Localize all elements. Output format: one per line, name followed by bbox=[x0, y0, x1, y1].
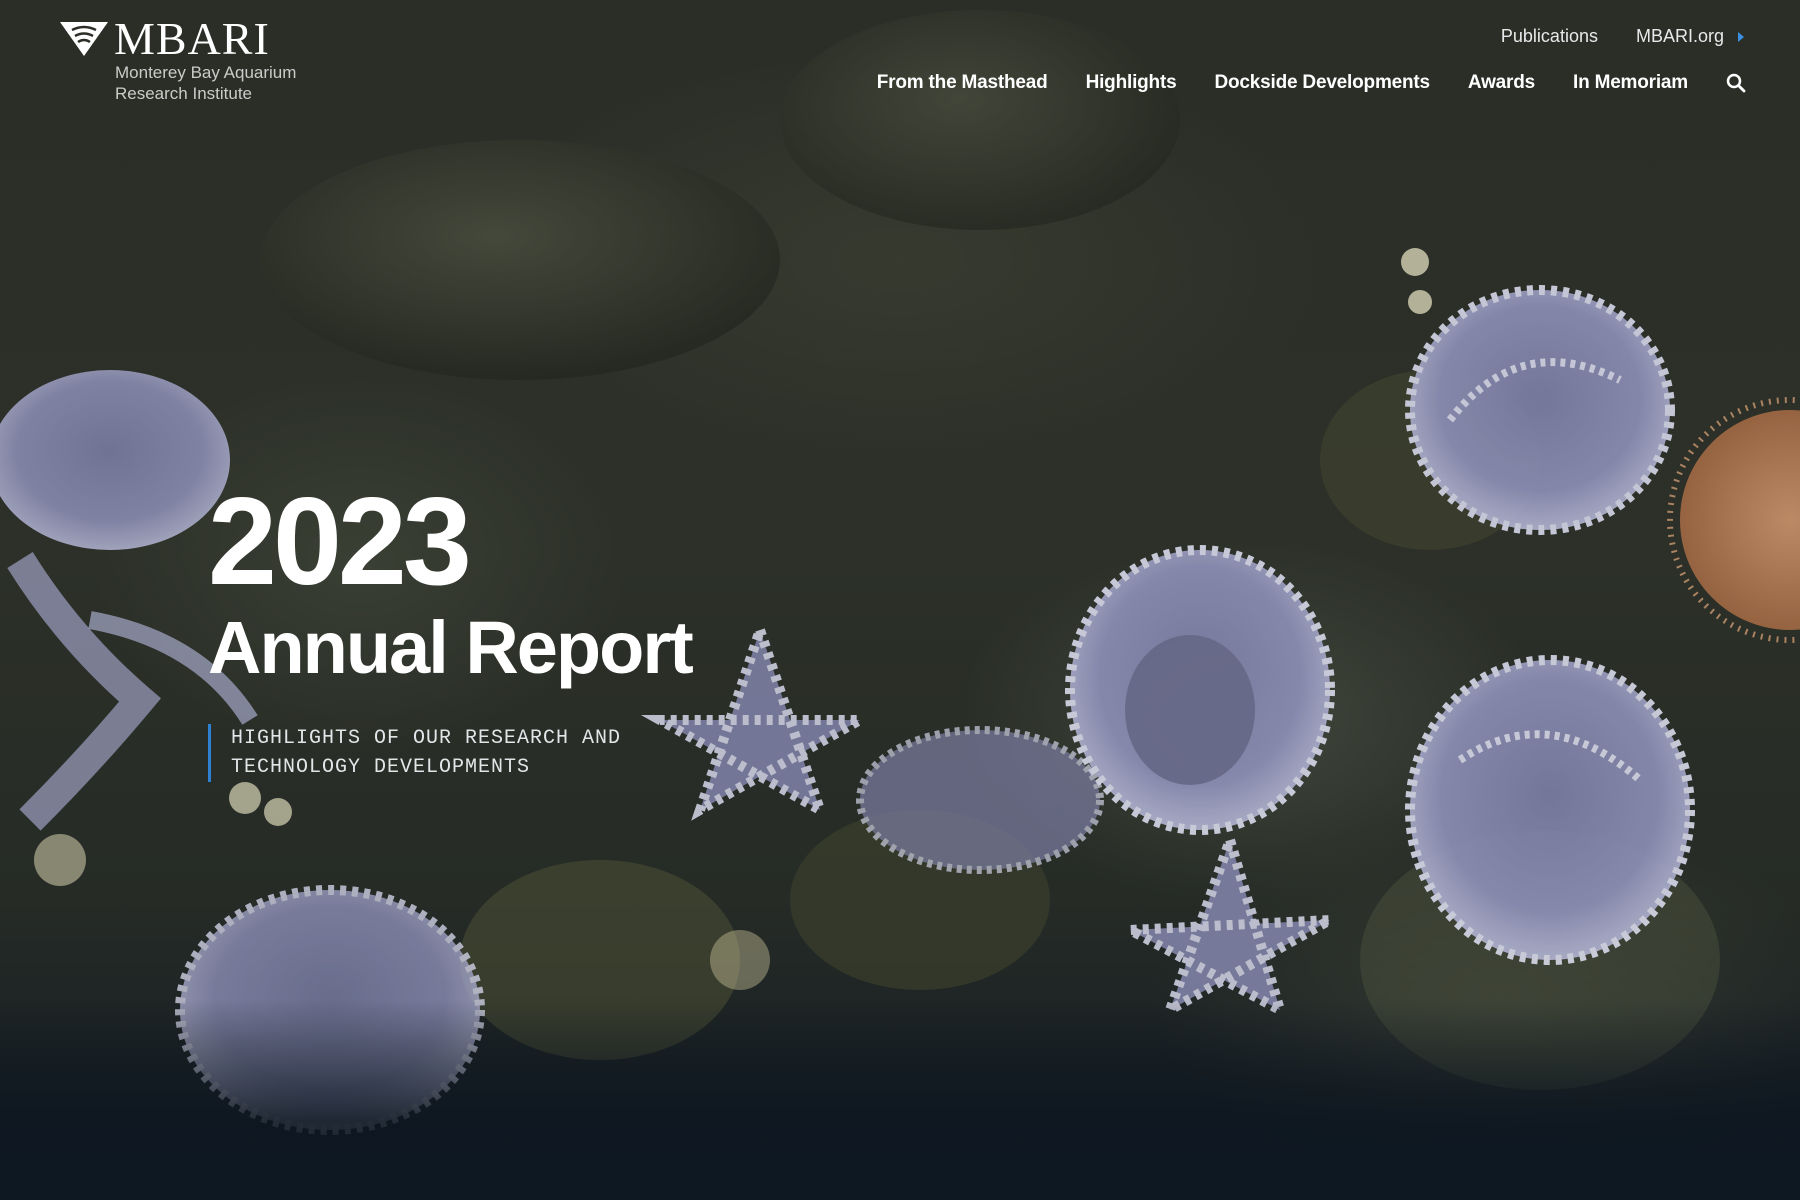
logo-wordmark: MBARI bbox=[114, 13, 270, 64]
report-title: Annual Report bbox=[208, 606, 694, 689]
hero-bottom-fade bbox=[0, 1000, 1800, 1200]
publications-link[interactable]: Publications bbox=[1501, 26, 1598, 47]
mbari-logo[interactable]: MBARI Monterey Bay Aquarium Research Ins… bbox=[58, 13, 318, 108]
mbari-org-link[interactable]: MBARI.org bbox=[1636, 26, 1744, 47]
nav-item-dockside-developments[interactable]: Dockside Developments bbox=[1214, 72, 1430, 94]
report-tagline: HIGHLIGHTS OF OUR RESEARCH AND TECHNOLOG… bbox=[208, 724, 651, 782]
hero-section: MBARI Monterey Bay Aquarium Research Ins… bbox=[0, 0, 1800, 1200]
main-nav: From the Masthead Highlights Dockside De… bbox=[877, 72, 1746, 94]
nav-item-in-memoriam[interactable]: In Memoriam bbox=[1573, 72, 1688, 94]
utility-nav: Publications MBARI.org bbox=[1501, 26, 1744, 47]
report-year: 2023 bbox=[208, 473, 472, 611]
nav-item-from-the-masthead[interactable]: From the Masthead bbox=[877, 72, 1048, 94]
hero-title-block: 2023 Annual Report HIGHLIGHTS OF OUR RES… bbox=[208, 473, 694, 782]
search-icon[interactable] bbox=[1726, 73, 1746, 93]
logo-subtitle: Monterey Bay Aquarium Research Institute bbox=[115, 63, 297, 103]
mbari-org-label: MBARI.org bbox=[1635, 26, 1724, 46]
nav-item-highlights[interactable]: Highlights bbox=[1086, 72, 1177, 94]
arrow-right-icon bbox=[1738, 31, 1744, 42]
nav-item-awards[interactable]: Awards bbox=[1468, 72, 1535, 94]
mbari-logo-mark-icon bbox=[60, 22, 108, 56]
